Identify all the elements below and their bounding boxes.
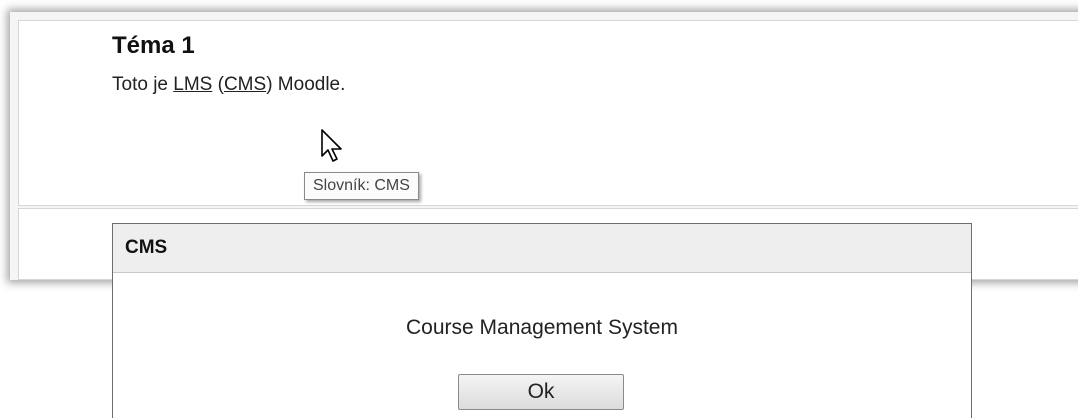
page: Téma 1 Toto je LMS (CMS) Moodle. Slovník…: [0, 0, 1078, 418]
glossary-dialog: CMS Course Management System Ok: [112, 223, 972, 418]
glossary-tooltip: Slovník: CMS: [304, 172, 419, 200]
summary-text-paren: (: [212, 74, 224, 95]
section-title: Téma 1: [112, 32, 195, 59]
mouse-pointer-icon: [321, 129, 342, 162]
summary-text-prefix: Toto je: [112, 74, 174, 95]
glossary-link-cms[interactable]: CMS: [224, 74, 266, 95]
ok-button[interactable]: Ok: [458, 374, 624, 410]
glossary-link-lms[interactable]: LMS: [173, 74, 212, 95]
dialog-title: CMS: [113, 224, 971, 273]
dialog-message: Course Management System: [406, 316, 678, 339]
section-summary: Toto je LMS (CMS) Moodle.: [112, 74, 345, 96]
summary-text-suffix: ) Moodle.: [266, 74, 346, 95]
